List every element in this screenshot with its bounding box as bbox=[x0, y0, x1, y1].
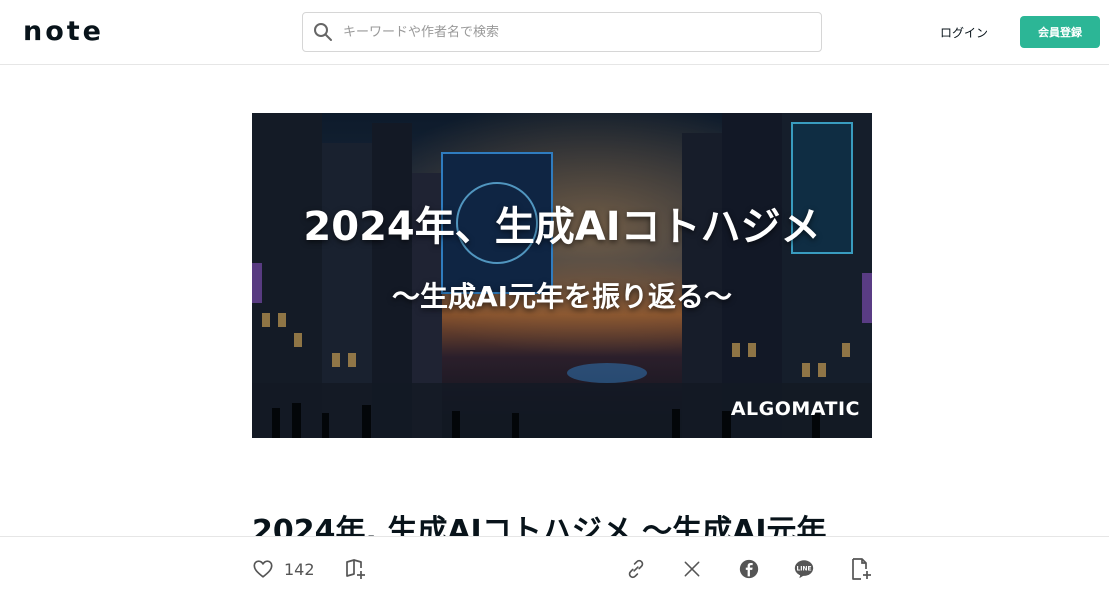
heart-icon bbox=[252, 558, 274, 580]
like-button[interactable]: 142 bbox=[252, 537, 315, 601]
svg-text:LINE: LINE bbox=[796, 565, 811, 572]
add-to-magazine-button[interactable] bbox=[344, 537, 368, 601]
share-x-button[interactable] bbox=[682, 537, 702, 601]
login-button[interactable]: ログイン bbox=[928, 16, 1000, 48]
search-box[interactable] bbox=[302, 12, 822, 52]
share-line-button[interactable]: LINE bbox=[793, 537, 815, 601]
search-input[interactable] bbox=[343, 13, 821, 51]
search-icon bbox=[313, 22, 333, 42]
facebook-icon bbox=[738, 558, 760, 580]
magazine-add-icon bbox=[344, 557, 368, 581]
copy-link-button[interactable] bbox=[625, 537, 647, 601]
embed-button[interactable] bbox=[849, 537, 873, 601]
link-icon bbox=[625, 558, 647, 580]
line-icon: LINE bbox=[793, 558, 815, 580]
note-add-icon bbox=[849, 557, 873, 581]
hero-brand-logo: ALGOMATIC bbox=[730, 398, 860, 420]
share-facebook-button[interactable] bbox=[738, 537, 760, 601]
action-bar: 142 LINE bbox=[0, 536, 1109, 600]
note-logo[interactable]: note bbox=[23, 17, 104, 47]
like-count: 142 bbox=[284, 559, 315, 579]
site-header: note ログイン 会員登録 bbox=[0, 0, 1109, 65]
hero-cityscape-illustration bbox=[252, 113, 872, 438]
hero-image: 2024年、生成AIコトハジメ 〜生成AI元年を振り返る〜 ALGOMATIC bbox=[252, 113, 872, 438]
x-icon bbox=[682, 559, 702, 579]
signup-button[interactable]: 会員登録 bbox=[1020, 16, 1100, 48]
